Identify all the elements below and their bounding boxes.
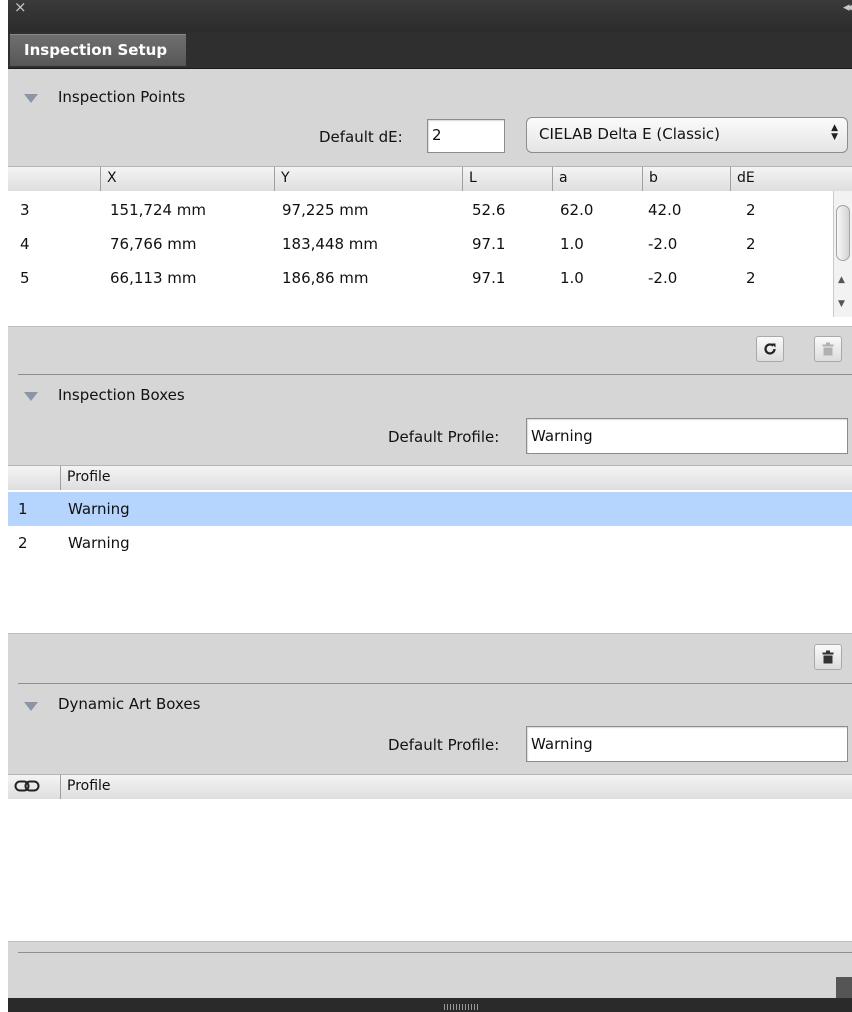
cell-b: 42.0 bbox=[648, 201, 682, 219]
art-boxes-table-header: Profile bbox=[8, 774, 852, 800]
points-table-body: 3 151,724 mm 97,225 mm 52.6 62.0 42.0 2 … bbox=[8, 191, 852, 326]
default-de-input[interactable]: 2 bbox=[427, 119, 505, 153]
refresh-button[interactable] bbox=[756, 336, 784, 362]
close-icon[interactable]: × bbox=[14, 0, 27, 16]
art-boxes-table-body bbox=[8, 799, 852, 941]
column-header-index[interactable] bbox=[8, 167, 100, 191]
section-divider bbox=[18, 374, 852, 375]
cell-de: 2 bbox=[746, 235, 756, 253]
cell-a: 1.0 bbox=[560, 269, 584, 287]
default-de-label: Default dE: bbox=[319, 128, 403, 146]
tab-inspection-setup[interactable]: Inspection Setup bbox=[10, 34, 186, 66]
column-header-y[interactable]: Y bbox=[274, 167, 462, 191]
scrollbar-thumb[interactable] bbox=[836, 205, 850, 261]
cell-de: 2 bbox=[746, 269, 756, 287]
scroll-up-arrow-icon[interactable]: ▲ bbox=[838, 275, 845, 285]
panel-bottom-bar bbox=[8, 998, 852, 1012]
boxes-default-profile-input[interactable]: Warning bbox=[526, 418, 848, 454]
panel-title-bar[interactable] bbox=[8, 0, 852, 34]
cell-y: 186,86 mm bbox=[282, 269, 369, 287]
table-row[interactable]: 3 151,724 mm 97,225 mm 52.6 62.0 42.0 2 bbox=[8, 193, 834, 227]
delete-points-button[interactable] bbox=[814, 336, 842, 362]
window-background: × ◂◂ Inspection Setup Inspection Points … bbox=[0, 0, 852, 1012]
cell-a: 62.0 bbox=[560, 201, 594, 219]
delta-e-method-select[interactable]: CIELAB Delta E (Classic) ▲ ▼ bbox=[526, 117, 848, 153]
column-header-b[interactable]: b bbox=[642, 167, 730, 191]
cell-index: 1 bbox=[18, 500, 28, 518]
delta-e-method-selected: CIELAB Delta E (Classic) bbox=[539, 125, 721, 143]
cell-index: 4 bbox=[20, 235, 30, 253]
grip-icon[interactable] bbox=[444, 1004, 478, 1010]
collapse-panel-icon[interactable]: ◂◂ bbox=[843, 0, 852, 15]
boxes-table-header: Profile bbox=[8, 465, 852, 491]
column-header-profile[interactable]: Profile bbox=[60, 775, 852, 799]
cell-y: 183,448 mm bbox=[282, 235, 379, 253]
resize-handle[interactable] bbox=[836, 977, 852, 998]
art-boxes-default-profile-input[interactable]: Warning bbox=[526, 726, 848, 762]
points-table-header: X Y L a b dE bbox=[8, 166, 852, 192]
divider bbox=[8, 941, 852, 942]
cell-l: 97.1 bbox=[472, 235, 506, 253]
disclosure-triangle-icon[interactable] bbox=[24, 392, 38, 401]
cell-de: 2 bbox=[746, 201, 756, 219]
refresh-icon bbox=[764, 343, 776, 355]
cell-x: 151,724 mm bbox=[110, 201, 207, 219]
default-profile-label: Default Profile: bbox=[388, 428, 500, 446]
section-title-inspection-boxes: Inspection Boxes bbox=[58, 386, 185, 404]
cell-index: 2 bbox=[18, 534, 28, 552]
cell-profile: Warning bbox=[68, 534, 130, 552]
column-header-x[interactable]: X bbox=[100, 167, 274, 191]
cell-y: 97,225 mm bbox=[282, 201, 369, 219]
table-row-selected[interactable]: 1 Warning bbox=[8, 492, 852, 526]
boxes-table-body: 1 Warning 2 Warning bbox=[8, 490, 852, 633]
section-title-dynamic-art-boxes: Dynamic Art Boxes bbox=[58, 695, 201, 713]
column-header-a[interactable]: a bbox=[552, 167, 642, 191]
table-row[interactable]: 5 66,113 mm 186,86 mm 97.1 1.0 -2.0 2 bbox=[8, 261, 834, 295]
disclosure-triangle-icon[interactable] bbox=[24, 702, 38, 711]
divider bbox=[8, 633, 852, 634]
cell-x: 76,766 mm bbox=[110, 235, 197, 253]
divider bbox=[8, 326, 852, 327]
default-profile-label: Default Profile: bbox=[388, 736, 500, 754]
table-row[interactable]: 2 Warning bbox=[8, 526, 834, 560]
inspection-setup-panel: × ◂◂ Inspection Setup Inspection Points … bbox=[8, 0, 852, 1012]
cell-index: 5 bbox=[20, 269, 30, 287]
section-divider bbox=[18, 952, 852, 953]
section-title-inspection-points: Inspection Points bbox=[58, 88, 186, 106]
column-header-profile[interactable]: Profile bbox=[60, 466, 852, 490]
section-divider bbox=[18, 683, 852, 684]
column-header-de[interactable]: dE bbox=[730, 167, 852, 191]
link-icon bbox=[14, 780, 40, 792]
cell-l: 97.1 bbox=[472, 269, 506, 287]
cell-profile: Warning bbox=[68, 500, 130, 518]
cell-b: -2.0 bbox=[648, 235, 678, 253]
delete-boxes-button[interactable] bbox=[814, 644, 842, 670]
trash-icon bbox=[822, 650, 834, 664]
scroll-down-arrow-icon[interactable]: ▼ bbox=[838, 299, 845, 309]
trash-icon bbox=[822, 342, 834, 356]
cell-b: -2.0 bbox=[648, 269, 678, 287]
points-table-scrollbar[interactable]: ▲ ▼ bbox=[833, 191, 852, 317]
table-row[interactable]: 4 76,766 mm 183,448 mm 97.1 1.0 -2.0 2 bbox=[8, 227, 834, 261]
cell-a: 1.0 bbox=[560, 235, 584, 253]
cell-l: 52.6 bbox=[472, 201, 506, 219]
column-header-link[interactable] bbox=[8, 775, 60, 799]
select-arrows-icon: ▲ ▼ bbox=[831, 123, 838, 142]
cell-index: 3 bbox=[20, 201, 30, 219]
disclosure-triangle-icon[interactable] bbox=[24, 94, 38, 103]
column-header-index[interactable] bbox=[8, 466, 60, 490]
cell-x: 66,113 mm bbox=[110, 269, 197, 287]
column-header-l[interactable]: L bbox=[462, 167, 552, 191]
